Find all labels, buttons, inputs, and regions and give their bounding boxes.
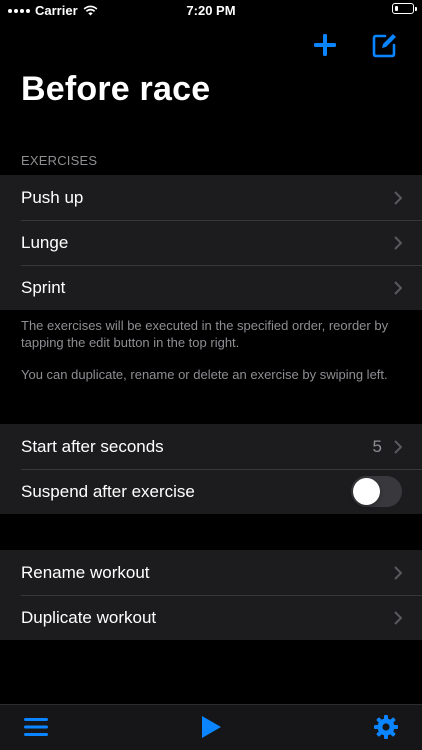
exercise-label: Sprint bbox=[21, 277, 66, 297]
add-button[interactable] bbox=[310, 30, 340, 60]
start-after-row[interactable]: Start after seconds 5 bbox=[0, 424, 422, 469]
menu-button[interactable] bbox=[21, 713, 51, 741]
exercises-header: EXERCISES bbox=[21, 153, 98, 168]
swipe-hint: You can duplicate, rename or delete an e… bbox=[21, 367, 388, 382]
exercise-label: Lunge bbox=[21, 232, 69, 252]
battery-icon bbox=[392, 3, 417, 14]
exercise-row[interactable]: Push up bbox=[0, 175, 422, 220]
toggle-knob bbox=[353, 477, 380, 505]
exercise-row[interactable]: Sprint bbox=[0, 265, 422, 310]
chevron-right-icon bbox=[394, 190, 402, 205]
play-icon bbox=[202, 716, 221, 738]
settings-button[interactable] bbox=[371, 713, 401, 741]
start-after-value: 5 bbox=[372, 436, 382, 456]
rename-workout-row[interactable]: Rename workout bbox=[0, 550, 422, 595]
rename-workout-label: Rename workout bbox=[21, 562, 150, 582]
play-button[interactable] bbox=[196, 713, 226, 741]
duplicate-workout-row[interactable]: Duplicate workout bbox=[0, 595, 422, 640]
settings-list: Start after seconds 5 Suspend after exer… bbox=[0, 424, 422, 514]
actions-list: Rename workout Duplicate workout bbox=[0, 550, 422, 640]
page-title: Before race bbox=[21, 70, 211, 108]
hamburger-menu-icon bbox=[24, 718, 48, 736]
exercise-label: Push up bbox=[21, 187, 84, 207]
chevron-right-icon bbox=[394, 439, 402, 454]
exercise-row[interactable]: Lunge bbox=[0, 220, 422, 265]
suspend-label: Suspend after exercise bbox=[21, 481, 195, 501]
chevron-right-icon bbox=[394, 610, 402, 625]
chevron-right-icon bbox=[394, 235, 402, 250]
suspend-toggle[interactable] bbox=[351, 475, 402, 507]
reorder-hint: The exercises will be executed in the sp… bbox=[21, 318, 389, 350]
exercises-list: Push up Lunge Sprint bbox=[0, 175, 422, 310]
gear-icon bbox=[374, 715, 398, 739]
suspend-row: Suspend after exercise bbox=[0, 469, 422, 514]
plus-icon bbox=[314, 34, 336, 56]
compose-icon bbox=[372, 34, 396, 58]
start-after-label: Start after seconds bbox=[21, 436, 164, 456]
clock: 7:20 PM bbox=[186, 3, 236, 18]
chevron-right-icon bbox=[394, 280, 402, 295]
bottom-toolbar bbox=[0, 704, 422, 750]
edit-button[interactable] bbox=[370, 30, 400, 60]
status-bar: Carrier 7:20 PM bbox=[0, 0, 422, 22]
chevron-right-icon bbox=[394, 565, 402, 580]
duplicate-workout-label: Duplicate workout bbox=[21, 607, 157, 627]
